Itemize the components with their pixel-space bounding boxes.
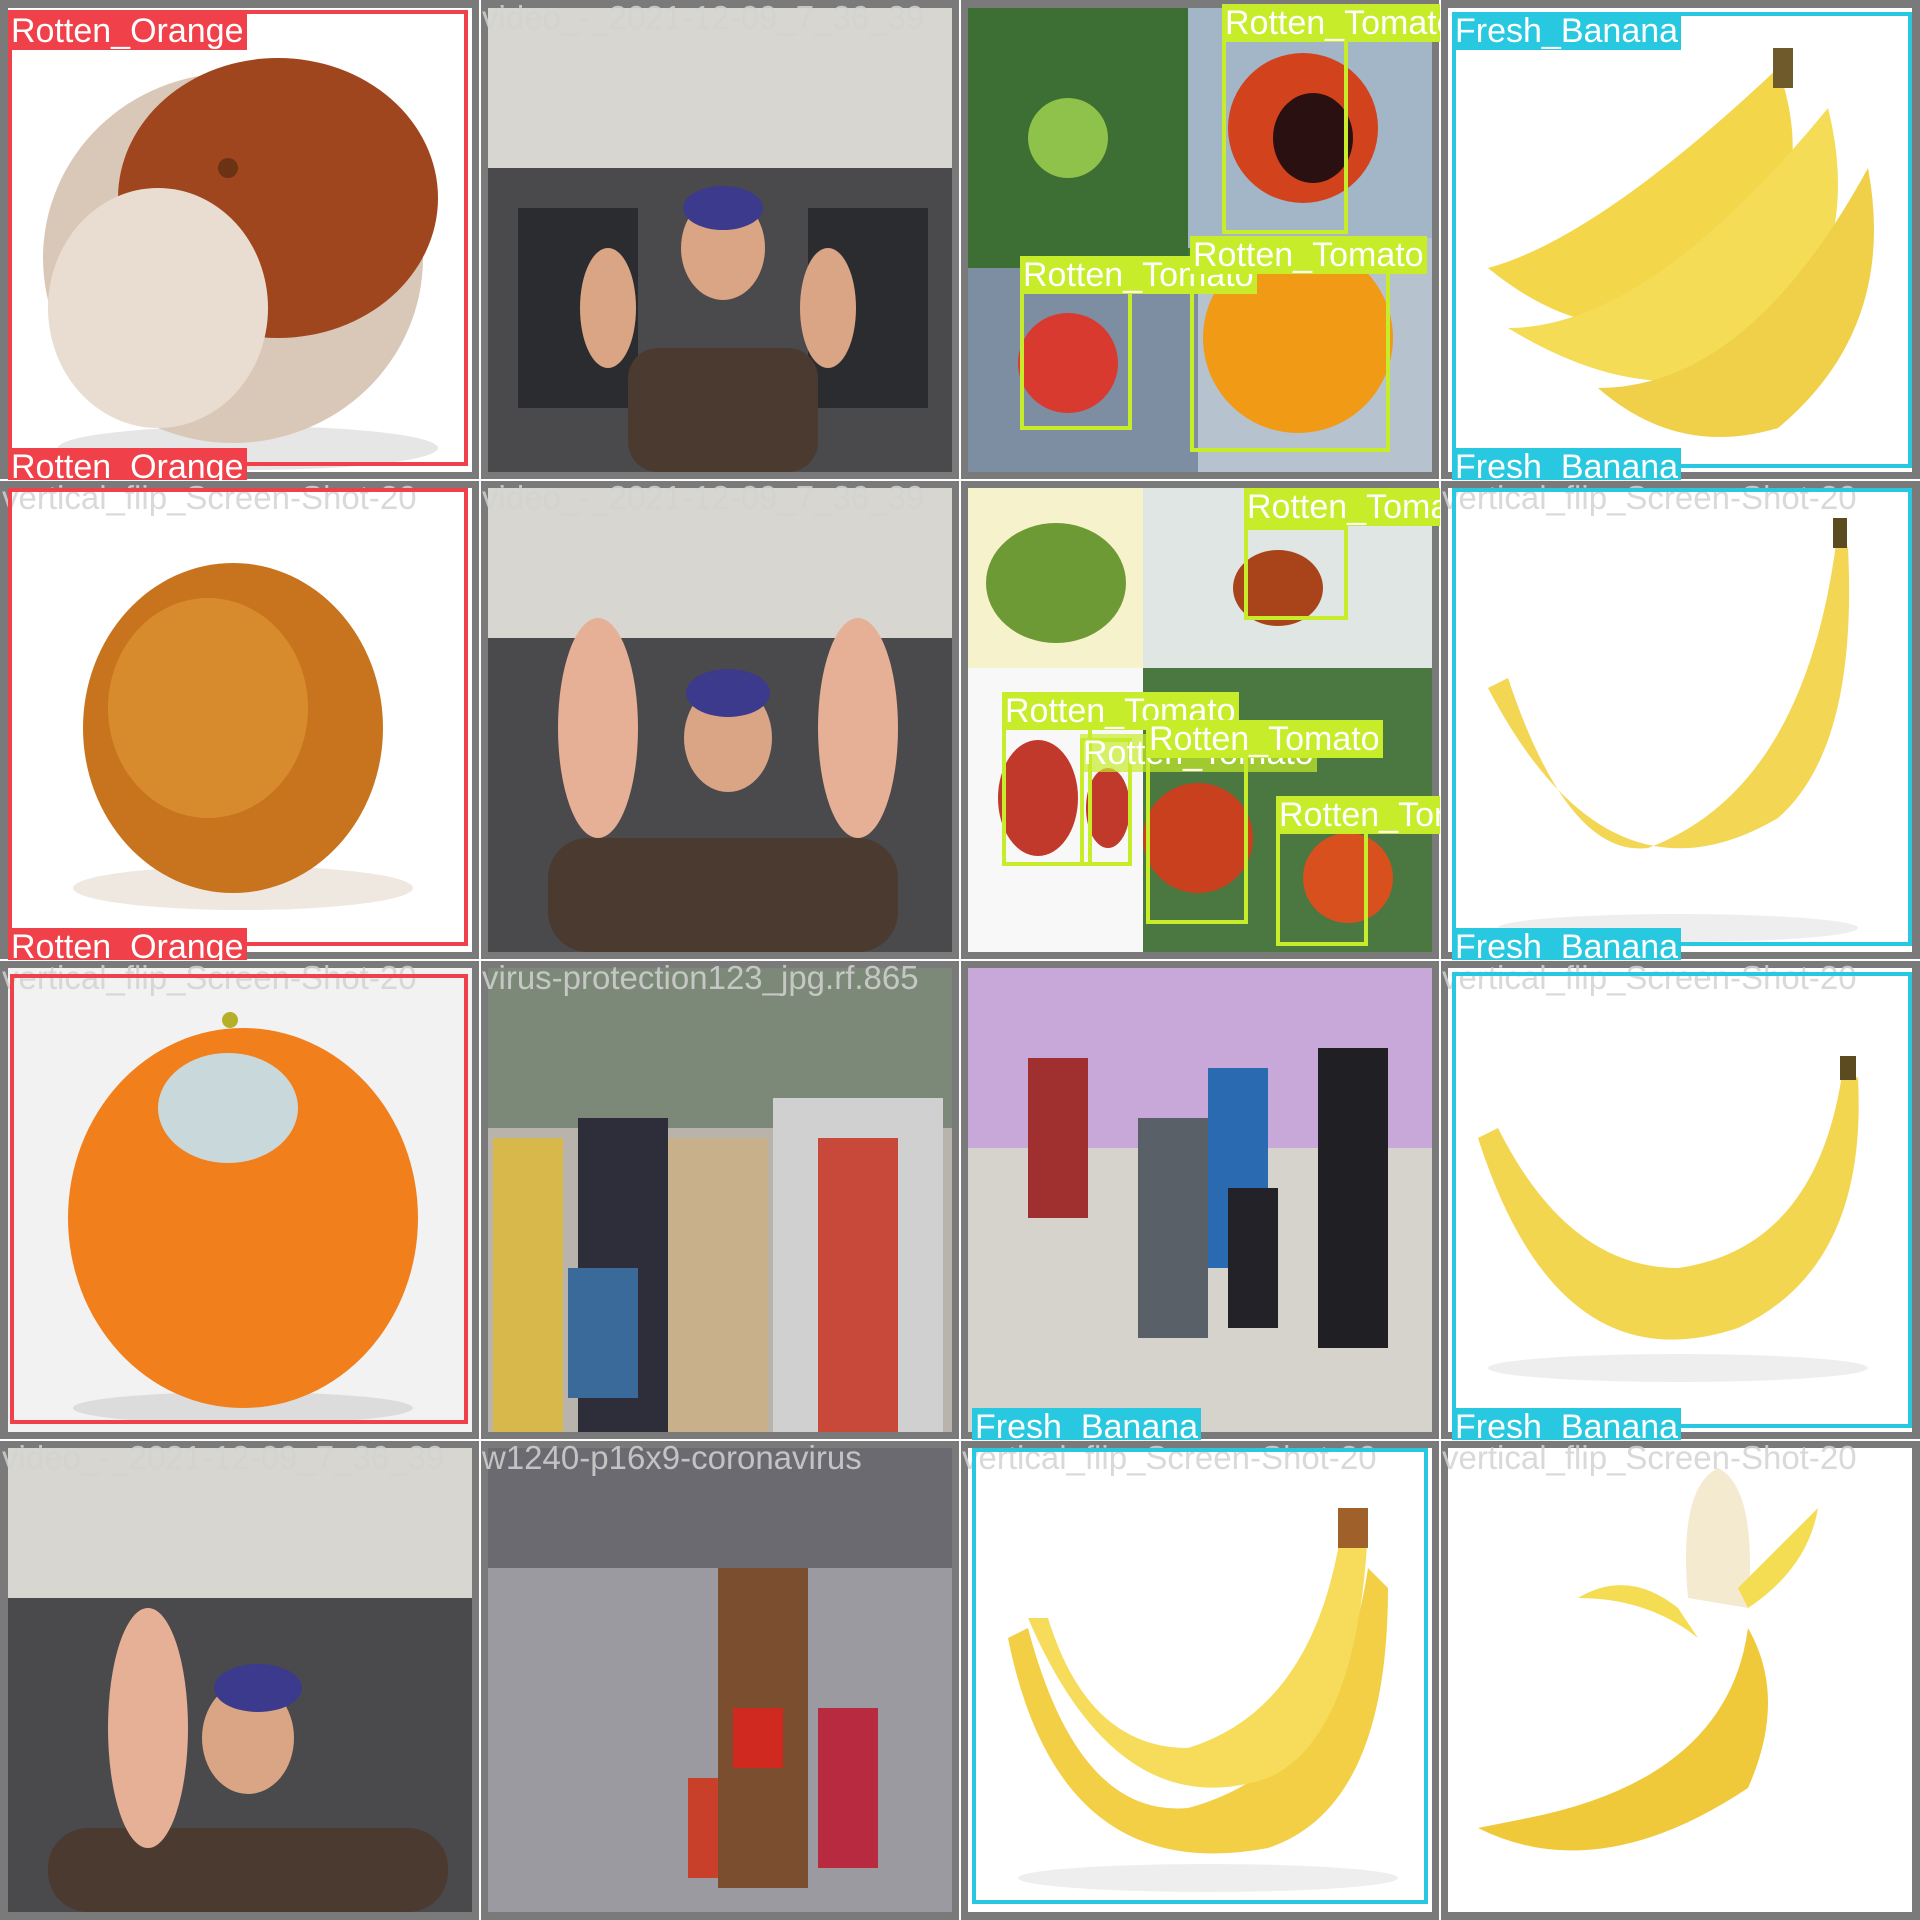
tile-filename: w1240-p16x9-coronavirus (482, 1440, 862, 1476)
masked-people-photo (488, 968, 952, 1432)
tile-masked-people-2[interactable]: w1240-p16x9-coronavirus (480, 1440, 960, 1920)
tile-banana-5[interactable]: vertical_flip_Screen-Shot-20 (1440, 1440, 1920, 1920)
masked-people-illustration (488, 968, 952, 1432)
class-label: Fresh_Banana (1452, 12, 1682, 50)
tile-banana-1[interactable]: Fresh_Banana Fresh_Banana (1440, 0, 1920, 480)
class-label: Rotten_Tomato (1222, 4, 1440, 42)
class-label: Fresh_Banana (1452, 1408, 1682, 1440)
tile-banana-2[interactable]: vertical_flip_Screen-Shot-20 Fresh_Banan… (1440, 480, 1920, 960)
class-label: Fresh_Banana (1452, 928, 1682, 960)
bounding-box (1452, 488, 1912, 946)
class-label: Rotten_Orange (8, 448, 247, 480)
class-label: Rotten_Orange (8, 12, 247, 50)
tile-filename: virus-protection123_jpg.rf.865 (482, 960, 919, 996)
masked-people-photo (488, 1448, 952, 1912)
webcam-illustration (488, 488, 952, 952)
tile-filename: vertical_flip_Screen-Shot-20 (1442, 1440, 1857, 1476)
tile-rotten-orange-3[interactable]: vertical_flip_Screen-Shot-20 (0, 960, 480, 1440)
airport-photo (968, 968, 1432, 1432)
tile-webcam-2[interactable]: video_-_2021-12-09_7_36_39 (480, 480, 960, 960)
bounding-box (1222, 26, 1348, 234)
tile-masked-people-1[interactable]: virus-protection123_jpg.rf.865 (480, 960, 960, 1440)
tile-webcam-1[interactable]: video_-_2021-12-09_7_36_39 (480, 0, 960, 480)
class-label: Rotten_Tomato (1190, 236, 1427, 274)
bounding-box (8, 10, 468, 466)
tile-banana-4[interactable]: vertical_flip_Screen-Shot-20 (960, 1440, 1440, 1920)
bounding-box (1452, 972, 1912, 1428)
tile-webcam-3[interactable]: video_-_2021-12-09_7_36_39 (0, 1440, 480, 1920)
class-label: Rotten_Tomato (1276, 796, 1440, 834)
tile-airport-1[interactable]: Fresh_Banana (960, 960, 1440, 1440)
tile-rotten-orange-1[interactable]: Rotten_Orange Rotten_Orange (0, 0, 480, 480)
banana-peeled-photo (1448, 1448, 1912, 1912)
bounding-box (8, 488, 468, 946)
tile-rotten-orange-2[interactable]: vertical_flip_Screen-Shot-20 Rotten_Oran… (0, 480, 480, 960)
bounding-box (1020, 276, 1132, 430)
webcam-illustration (8, 1448, 472, 1912)
bounding-box (1452, 12, 1912, 468)
tile-banana-3[interactable]: vertical_flip_Screen-Shot-20 Fresh_Banan… (1440, 960, 1920, 1440)
masked-people-illustration (488, 1448, 952, 1912)
webcam-photo (488, 8, 952, 472)
tile-tomatoes-2[interactable]: Rotten_Tomato Rotten_Tomato Rotten_Tomat… (960, 480, 1440, 960)
detection-mosaic: Rotten_Orange Rotten_Orange video_-_2021… (0, 0, 1920, 1920)
class-label: Rotten_Tomato (1146, 720, 1383, 758)
class-label: Rotten_Tomato (1244, 488, 1440, 526)
webcam-photo (8, 1448, 472, 1912)
bounding-box (972, 1448, 1428, 1904)
airport-illustration (968, 968, 1432, 1432)
webcam-illustration (488, 8, 952, 472)
banana-peeled-illustration (1478, 1468, 1818, 1851)
tile-tomatoes-1[interactable]: Rotten_Tomato Rotten_Tomato Rotten_Tomat… (960, 0, 1440, 480)
class-label: Fresh_Banana (1452, 448, 1682, 480)
bounding-box (1244, 526, 1348, 620)
tile-filename: video_-_2021-12-09_7_36_39 (482, 480, 925, 516)
bounding-box (1190, 268, 1390, 452)
tile-filename: video_-_2021-12-09_7_36_39 (2, 1440, 445, 1476)
tile-filename: video_-_2021-12-09_7_36_39 (482, 0, 925, 36)
bounding-box (10, 974, 468, 1424)
class-label: Fresh_Banana (972, 1408, 1202, 1440)
class-label: Rotten_Orange (8, 928, 247, 960)
webcam-photo (488, 488, 952, 952)
